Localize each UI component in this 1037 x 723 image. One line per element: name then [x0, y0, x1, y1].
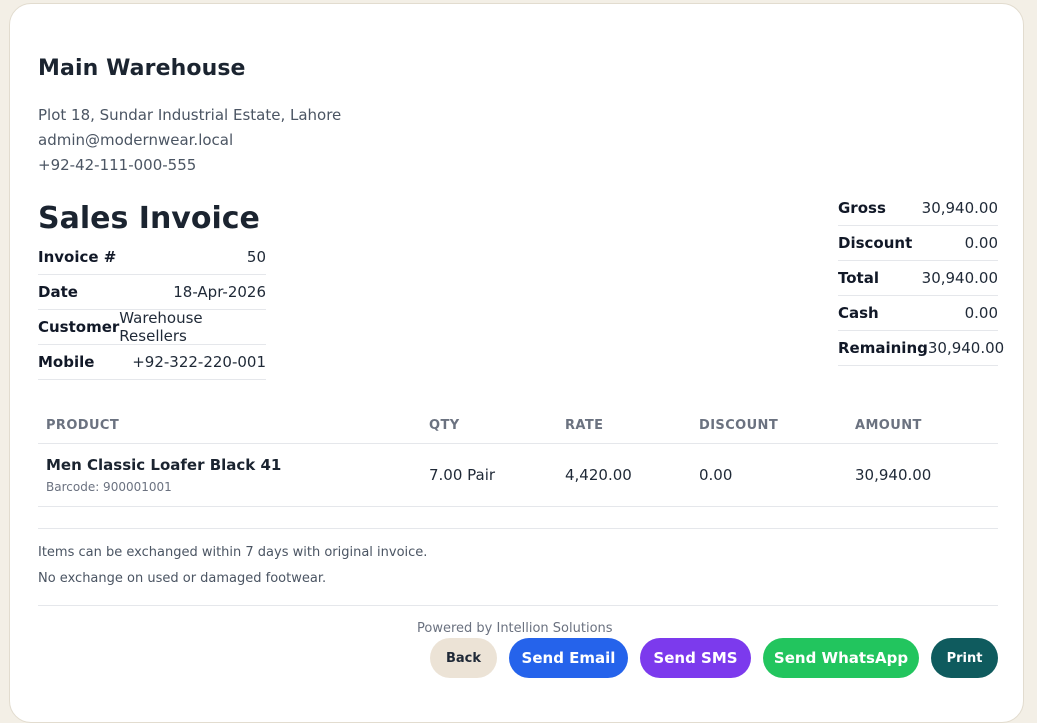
discount-cell: 0.00: [691, 443, 847, 507]
policy-note: Items can be exchanged within 7 days wit…: [38, 545, 428, 560]
totals-value: 30,940.00: [921, 199, 998, 217]
meta-row-invoice-number: Invoice # 50: [38, 240, 266, 275]
totals-row-total: Total 30,940.00: [838, 261, 998, 296]
qty-cell: 7.00 Pair: [421, 443, 557, 507]
totals-value: 30,940.00: [927, 339, 1005, 357]
send-whatsapp-button[interactable]: Send WhatsApp: [763, 638, 919, 678]
meta-row-date: Date 18-Apr-2026: [38, 275, 266, 310]
product-barcode: Barcode: 900001001: [46, 480, 172, 494]
table-header-row: PRODUCT QTY RATE DISCOUNT AMOUNT: [38, 407, 998, 444]
meta-value: 50: [246, 248, 266, 266]
totals-row-discount: Discount 0.00: [838, 226, 998, 261]
invoice-card: Main Warehouse Plot 18, Sundar Industria…: [9, 3, 1024, 723]
meta-label: Mobile: [38, 353, 95, 371]
totals-label: Discount: [838, 234, 913, 252]
meta-row-customer: Customer Warehouse Resellers: [38, 309, 266, 345]
totals-value: 0.00: [964, 304, 998, 322]
totals-label: Cash: [838, 304, 879, 322]
warehouse-address: Plot 18, Sundar Industrial Estate, Lahor…: [38, 106, 342, 124]
invoice-title: Sales Invoice: [38, 201, 260, 236]
totals-row-cash: Cash 0.00: [838, 296, 998, 331]
column-header-rate: RATE: [557, 407, 691, 444]
meta-value: Warehouse Resellers: [119, 309, 203, 345]
items-table: PRODUCT QTY RATE DISCOUNT AMOUNT Men Cla…: [38, 407, 998, 507]
totals-label: Gross: [838, 199, 886, 217]
back-button[interactable]: Back: [430, 638, 497, 678]
warehouse-phone: +92-42-111-000-555: [38, 156, 197, 174]
meta-label: Customer: [38, 318, 120, 336]
divider: [38, 528, 998, 529]
totals-label: Total: [838, 269, 879, 287]
totals-label: Remaining: [838, 339, 928, 357]
table-row: Men Classic Loafer Black 41 Barcode: 900…: [38, 443, 998, 507]
policy-note: No exchange on used or damaged footwear.: [38, 571, 327, 586]
totals-row-remaining: Remaining 30,940.00: [838, 331, 1004, 366]
column-header-amount: AMOUNT: [847, 407, 998, 444]
product-cell: Men Classic Loafer Black 41 Barcode: 900…: [38, 443, 421, 507]
divider: [38, 605, 998, 606]
totals-value: 30,940.00: [921, 269, 998, 287]
column-header-product: PRODUCT: [38, 407, 421, 444]
totals-summary: Gross 30,940.00 Discount 0.00 Total 30,9…: [838, 191, 1004, 366]
powered-by-text: Powered by Intellion Solutions: [417, 621, 613, 636]
meta-label: Invoice #: [38, 248, 117, 266]
amount-cell: 30,940.00: [847, 443, 998, 507]
meta-value: 18-Apr-2026: [173, 283, 266, 301]
meta-label: Date: [38, 283, 78, 301]
column-header-qty: QTY: [421, 407, 557, 444]
column-header-discount: DISCOUNT: [691, 407, 847, 444]
totals-value: 0.00: [964, 234, 998, 252]
totals-row-gross: Gross 30,940.00: [838, 191, 998, 226]
send-email-button[interactable]: Send Email: [509, 638, 628, 678]
product-name: Men Classic Loafer Black 41: [46, 456, 282, 474]
meta-value: +92-322-220-001: [132, 353, 266, 371]
warehouse-email: admin@modernwear.local: [38, 131, 234, 149]
meta-row-mobile: Mobile +92-322-220-001: [38, 345, 266, 380]
invoice-meta: Invoice # 50 Date 18-Apr-2026 Customer W…: [38, 240, 266, 380]
rate-cell: 4,420.00: [557, 443, 691, 507]
print-button[interactable]: Print: [931, 638, 998, 678]
warehouse-name: Main Warehouse: [38, 56, 246, 81]
send-sms-button[interactable]: Send SMS: [640, 638, 751, 678]
